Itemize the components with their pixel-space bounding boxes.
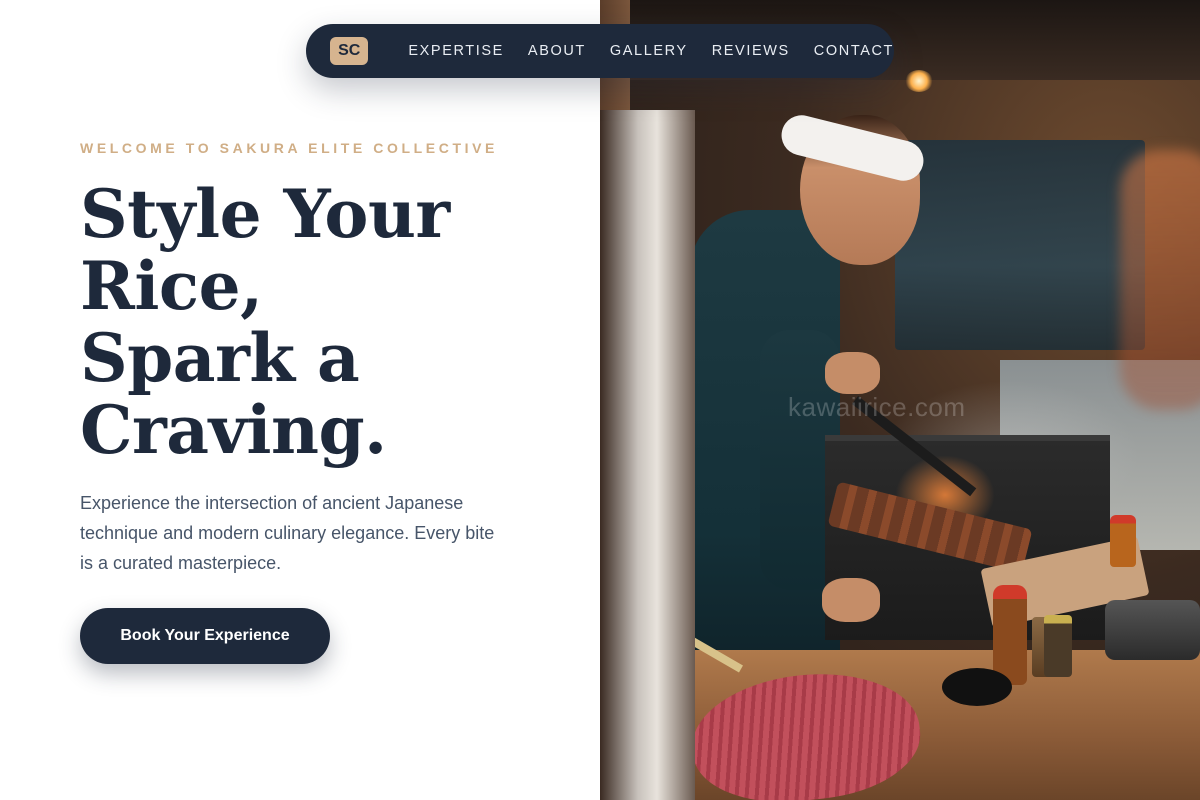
- nav-link-about[interactable]: ABOUT: [528, 43, 586, 59]
- headline-line: Rice,: [80, 247, 263, 325]
- headline-line: Style Your: [80, 175, 450, 253]
- headline-line: Spark a: [80, 319, 360, 397]
- book-experience-button[interactable]: Book Your Experience: [80, 608, 330, 664]
- hero-description: Experience the intersection of ancient J…: [80, 493, 495, 573]
- photo-foreground-post: [600, 110, 695, 800]
- photo-lamp: [905, 70, 933, 92]
- hero-eyebrow: WELCOME TO SAKURA ELITE COLLECTIVE: [80, 140, 498, 156]
- photo-foreground-blur: [1120, 150, 1200, 410]
- photo-chef-hand: [825, 352, 880, 394]
- photo-chef-hand: [822, 578, 880, 622]
- photo-spice-jar: [1044, 615, 1072, 677]
- photo-sauce-bottle: [993, 585, 1027, 685]
- brand-logo[interactable]: SC: [330, 37, 369, 65]
- top-navigation: SC EXPERTISE ABOUT GALLERY REVIEWS CONTA…: [306, 24, 894, 78]
- photo-noren-curtain: [895, 140, 1145, 350]
- image-watermark: kawaiirice.com: [788, 392, 966, 422]
- nav-links: EXPERTISE ABOUT GALLERY REVIEWS CONTACT: [408, 43, 894, 59]
- nav-link-contact[interactable]: CONTACT: [814, 43, 894, 59]
- photo-pot: [1105, 600, 1200, 660]
- nav-link-expertise[interactable]: EXPERTISE: [408, 43, 504, 59]
- headline-line: Craving.: [80, 391, 387, 469]
- nav-link-reviews[interactable]: REVIEWS: [712, 43, 790, 59]
- hero-image: kawaiirice.com: [600, 0, 1200, 800]
- photo-ashtray: [942, 668, 1012, 706]
- nav-link-gallery[interactable]: GALLERY: [610, 43, 688, 59]
- hero-headline: Style Your Rice, Spark a Craving.: [80, 178, 580, 466]
- photo-sauce-bottle: [1110, 515, 1136, 567]
